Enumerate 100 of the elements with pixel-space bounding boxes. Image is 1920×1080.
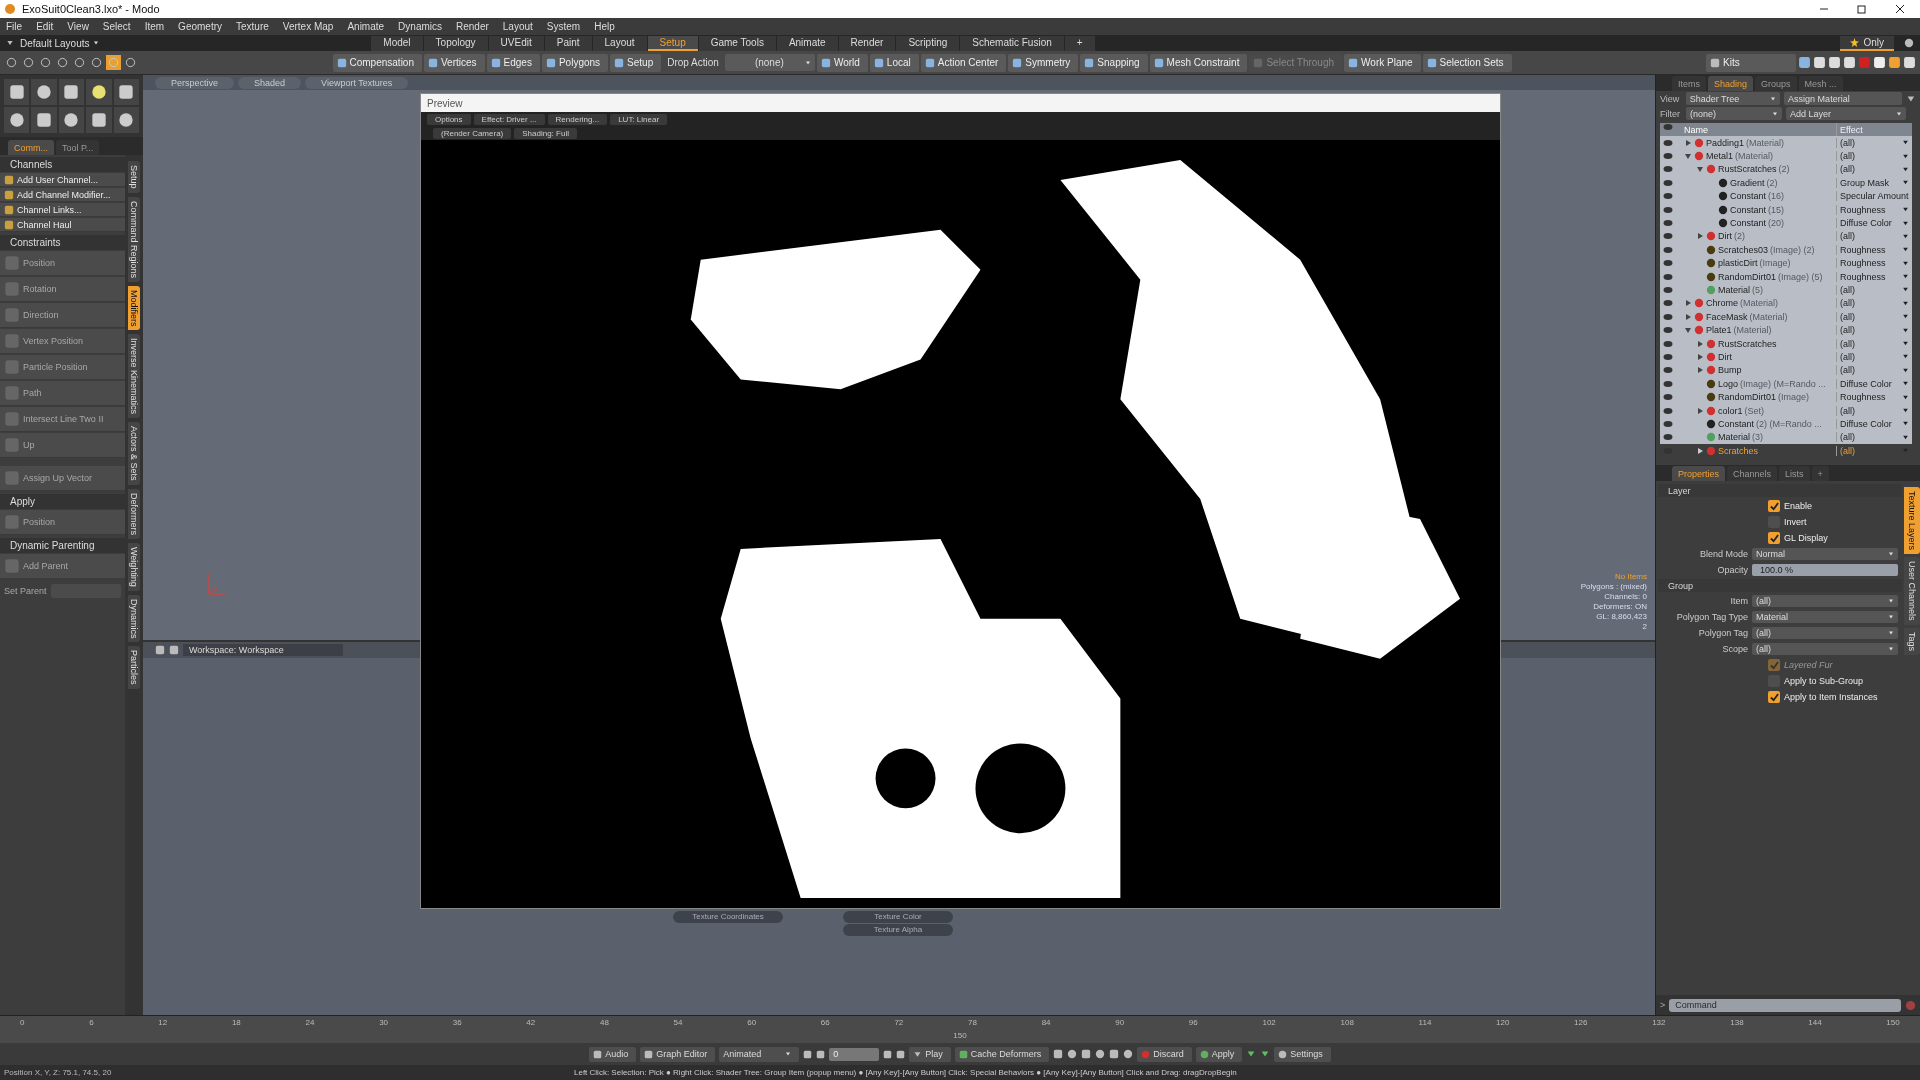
- layer-effect[interactable]: Roughness: [1840, 392, 1886, 403]
- preview-button[interactable]: (Render Camera): [433, 127, 512, 139]
- menu-item[interactable]: File: [6, 21, 23, 32]
- section-header[interactable]: Layer: [1658, 484, 1902, 498]
- side-tab[interactable]: Particles: [128, 646, 140, 689]
- layer-effect[interactable]: (all): [1840, 231, 1855, 242]
- side-tab[interactable]: Deformers: [128, 488, 140, 539]
- graph-editor-button[interactable]: Graph Editor: [640, 1046, 716, 1062]
- view-dropdown[interactable]: Shader Tree: [1685, 92, 1781, 105]
- menu-item[interactable]: Texture: [236, 21, 269, 32]
- section-header[interactable]: Group: [1658, 579, 1902, 593]
- menu-item[interactable]: Geometry: [178, 21, 222, 32]
- dropdown-field[interactable]: Normal: [1752, 548, 1898, 561]
- play-button[interactable]: Play: [909, 1046, 951, 1062]
- expand-caret-icon[interactable]: [1696, 406, 1704, 415]
- section-header[interactable]: Dynamic Parenting: [0, 538, 125, 553]
- shader-tree-row[interactable]: color1 (Set) (all): [1660, 403, 1912, 418]
- side-tab[interactable]: Dynamics: [128, 594, 140, 643]
- menu-item[interactable]: Animate: [347, 21, 385, 32]
- layout-tab[interactable]: Scripting: [896, 35, 960, 51]
- preview-button[interactable]: Shading: Full: [514, 127, 577, 139]
- shader-tree-row[interactable]: Scratches03 (Image) (2) Roughness: [1660, 243, 1912, 257]
- toolbar-button[interactable]: Local: [869, 53, 919, 72]
- layer-effect[interactable]: Diffuse Color: [1840, 378, 1892, 389]
- schematic-node[interactable]: Texture Color: [843, 911, 953, 923]
- toolbar-button[interactable]: Vertices: [424, 53, 485, 72]
- layout-tab[interactable]: Layout: [592, 35, 647, 51]
- layout-tab[interactable]: Paint: [544, 35, 592, 51]
- checkbox[interactable]: [1768, 500, 1780, 513]
- shader-tree-row[interactable]: RustScratches (2) (all): [1660, 162, 1912, 177]
- layer-effect[interactable]: (all): [1840, 325, 1855, 336]
- kits-button[interactable]: Kits: [1706, 53, 1796, 72]
- collapse-caret-icon[interactable]: [1684, 326, 1692, 335]
- shader-tree-row[interactable]: Gradient (2) Group Mask: [1660, 176, 1912, 190]
- frame-field[interactable]: 0: [829, 1047, 880, 1061]
- side-tab[interactable]: Command Regions: [128, 196, 140, 282]
- layout-tab[interactable]: Topology: [423, 35, 488, 51]
- viewport-button[interactable]: Shaded: [238, 76, 302, 89]
- filter-dropdown[interactable]: (none): [1686, 107, 1782, 120]
- menu-item[interactable]: Edit: [36, 21, 54, 32]
- column-header[interactable]: Name: [1684, 124, 1708, 135]
- menu-item[interactable]: Select: [102, 21, 131, 32]
- apply-button[interactable]: Apply: [1195, 1046, 1243, 1062]
- assign-material-button[interactable]: Assign Material: [1784, 92, 1903, 105]
- toolbar-button[interactable]: Selection Sets: [1422, 53, 1512, 72]
- shader-tree-row[interactable]: Constant (2) (M=Rando ... Diffuse Color: [1660, 417, 1912, 431]
- audio-button[interactable]: Audio: [589, 1046, 637, 1062]
- side-tab[interactable]: Setup: [128, 161, 140, 193]
- menu-item[interactable]: System: [546, 21, 581, 32]
- toolbar-button[interactable]: Symmetry: [1008, 53, 1079, 72]
- toolbar-button[interactable]: World: [816, 53, 868, 72]
- shader-tree-row[interactable]: Chrome (Material) (all): [1660, 296, 1912, 311]
- add-layer-dropdown[interactable]: Add Layer: [1786, 107, 1906, 120]
- mode-dropdown[interactable]: Animated: [719, 1046, 800, 1062]
- side-tab[interactable]: User Channels: [1904, 557, 1920, 625]
- selection-mode-icon[interactable]: [4, 55, 19, 70]
- command-button[interactable]: Channel Haul: [0, 218, 125, 232]
- layer-effect[interactable]: Specular Amount: [1840, 191, 1909, 202]
- command-button[interactable]: Channel Links...: [0, 203, 125, 217]
- layer-effect[interactable]: Roughness: [1840, 258, 1886, 269]
- layer-effect[interactable]: (all): [1840, 298, 1855, 309]
- menu-item[interactable]: Vertex Map: [282, 21, 334, 32]
- shader-tree-row[interactable]: Constant (15) Roughness: [1660, 202, 1912, 217]
- toolbar-button[interactable]: Compensation: [332, 53, 422, 72]
- discard-button[interactable]: Discard: [1137, 1046, 1192, 1062]
- preview-button[interactable]: Effect: Driver ...: [473, 113, 545, 125]
- shader-tree-row[interactable]: Scratches (all): [1660, 444, 1912, 458]
- dropdown-field[interactable]: (all): [1752, 627, 1898, 640]
- shader-tree-row[interactable]: RandomDirt01 (Image) Roughness: [1660, 390, 1912, 404]
- side-tab[interactable]: Tags: [1904, 627, 1920, 655]
- side-tab[interactable]: Actors & Sets: [128, 422, 140, 485]
- shader-tree-row[interactable]: Constant (16) Specular Amount: [1660, 189, 1912, 203]
- layer-effect[interactable]: Roughness: [1840, 244, 1886, 255]
- layer-effect[interactable]: (all): [1840, 432, 1855, 443]
- layer-effect[interactable]: (all): [1840, 405, 1855, 416]
- layer-effect[interactable]: Roughness: [1840, 271, 1886, 282]
- layout-tab[interactable]: Render: [838, 35, 896, 51]
- shader-tree-row[interactable]: RandomDirt01 (Image) (5) Roughness: [1660, 269, 1912, 284]
- layer-effect[interactable]: Diffuse Color: [1840, 418, 1892, 429]
- layout-tab[interactable]: Animate: [776, 35, 838, 51]
- shader-tree-row[interactable]: plasticDirt (Image) Roughness: [1660, 256, 1912, 270]
- layout-tab[interactable]: Model: [371, 35, 423, 51]
- panel-tab[interactable]: Shading: [1708, 76, 1754, 91]
- panel-tab[interactable]: Lists: [1779, 466, 1810, 482]
- command-field[interactable]: Command: [1669, 998, 1901, 1012]
- menu-item[interactable]: Dynamics: [398, 21, 442, 32]
- section-header[interactable]: Apply: [0, 494, 125, 509]
- shader-tree-row[interactable]: Bump (all): [1660, 363, 1912, 378]
- shader-tree-row[interactable]: Plate1 (Material) (all): [1660, 323, 1912, 337]
- toolbar-button[interactable]: Edges: [486, 53, 540, 72]
- panel-tab[interactable]: Properties: [1672, 466, 1726, 482]
- dropdown-field[interactable]: (all): [1752, 643, 1898, 656]
- drop-action-dropdown[interactable]: (none): [724, 54, 815, 71]
- selection-mode-icon[interactable]: [55, 55, 70, 70]
- toolbar-button[interactable]: Polygons: [541, 53, 609, 72]
- shader-tree-row[interactable]: Logo (Image) (M=Rando ... Diffuse Color: [1660, 377, 1912, 391]
- layer-effect[interactable]: (all): [1840, 338, 1855, 349]
- settings-button[interactable]: Settings: [1274, 1046, 1331, 1062]
- shader-tree-row[interactable]: Dirt (2) (all): [1660, 229, 1912, 244]
- layer-effect[interactable]: (all): [1840, 365, 1855, 376]
